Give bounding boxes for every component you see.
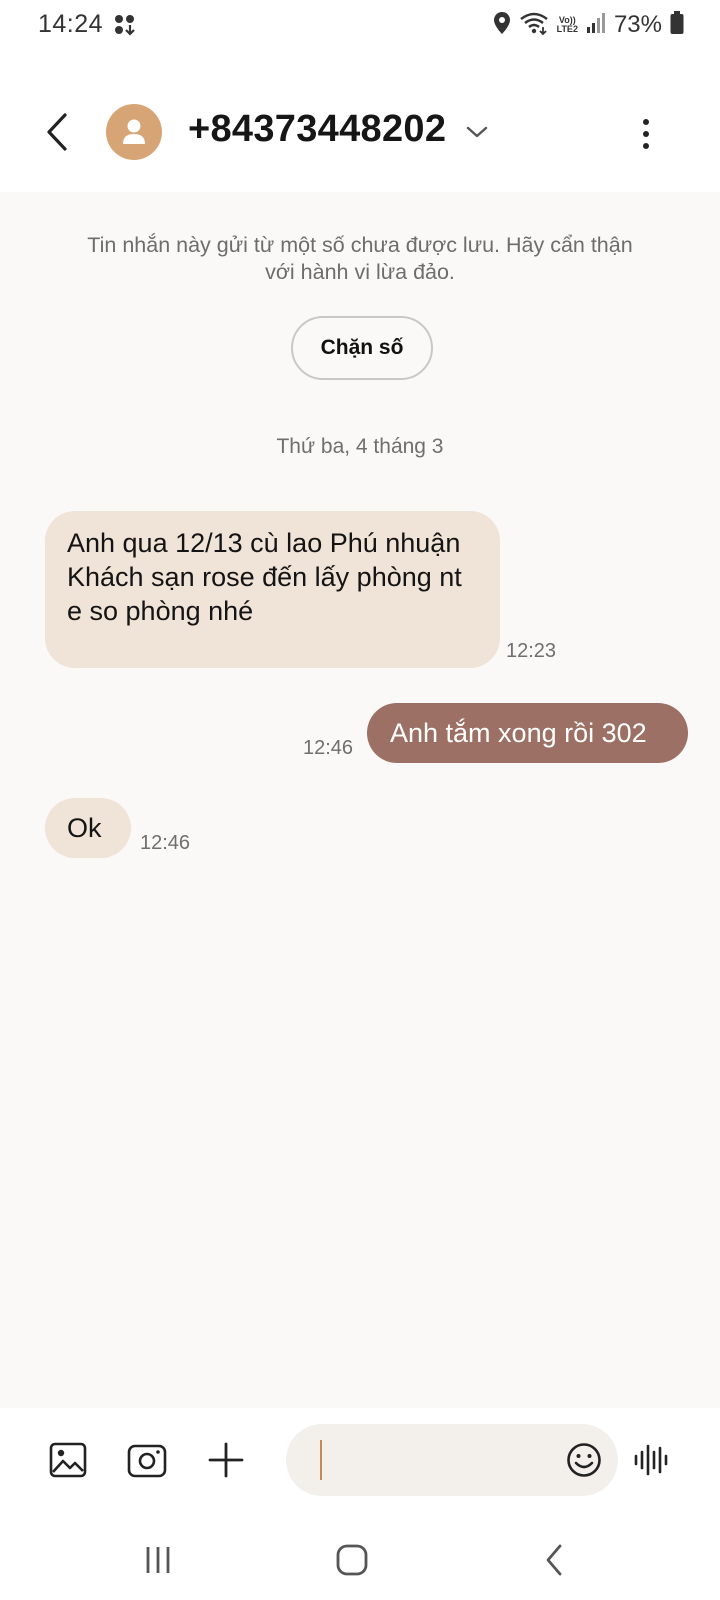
home-icon[interactable] — [332, 1542, 372, 1578]
lte-icon: Vo)) LTE2 — [557, 16, 578, 34]
more-options-icon[interactable] — [634, 112, 658, 156]
status-bar: 14:24 Vo)) LTE2 73% — [0, 0, 720, 52]
message-bubble-incoming[interactable]: Anh qua 12/13 cù lao Phú nhuận Khách sạn… — [45, 511, 500, 668]
message-text: Anh qua 12/13 cù lao Phú nhuận Khách sạn… — [67, 528, 462, 626]
message-timestamp: 12:46 — [140, 832, 191, 854]
message-timestamp: 12:46 — [303, 737, 354, 759]
conversation-header: +84373448202 — [0, 52, 720, 192]
message-text: Anh tắm xong rồi 302 — [390, 718, 647, 748]
wifi-icon — [519, 11, 549, 40]
chevron-down-icon[interactable] — [465, 122, 489, 142]
date-separator: Thứ ba, 4 tháng 3 — [276, 435, 444, 458]
message-bubble-incoming[interactable]: Ok — [45, 798, 131, 858]
status-time: 14:24 — [38, 10, 104, 38]
location-icon — [493, 11, 511, 40]
voice-icon[interactable] — [630, 1438, 674, 1482]
battery-percent: 73% — [613, 11, 662, 38]
lte-bottom-label: LTE2 — [556, 24, 578, 34]
back-arrow-icon[interactable] — [38, 110, 78, 154]
back-icon[interactable] — [536, 1542, 576, 1578]
message-text: Ok — [67, 813, 102, 843]
contact-avatar[interactable] — [106, 104, 162, 160]
message-input[interactable] — [286, 1424, 618, 1496]
contact-number[interactable]: +84373448202 — [188, 108, 446, 151]
unsaved-number-warning: Tin nhắn này gửi từ một số chưa được lưu… — [87, 233, 633, 284]
signal-icon — [586, 12, 606, 39]
message-timestamp: 12:23 — [506, 640, 557, 662]
plus-icon[interactable] — [204, 1438, 248, 1482]
battery-icon — [670, 10, 684, 40]
camera-icon[interactable] — [125, 1438, 169, 1482]
recent-apps-icon[interactable] — [138, 1542, 178, 1578]
navigation-bar — [0, 1518, 720, 1600]
compose-bar — [0, 1408, 720, 1518]
emoji-icon[interactable] — [566, 1442, 602, 1478]
app-notification-icon — [114, 14, 136, 41]
gallery-icon[interactable] — [46, 1438, 90, 1482]
message-bubble-outgoing[interactable]: Anh tắm xong rồi 302 — [367, 703, 688, 763]
text-cursor — [320, 1440, 322, 1480]
block-number-button[interactable]: Chặn số — [291, 316, 433, 380]
